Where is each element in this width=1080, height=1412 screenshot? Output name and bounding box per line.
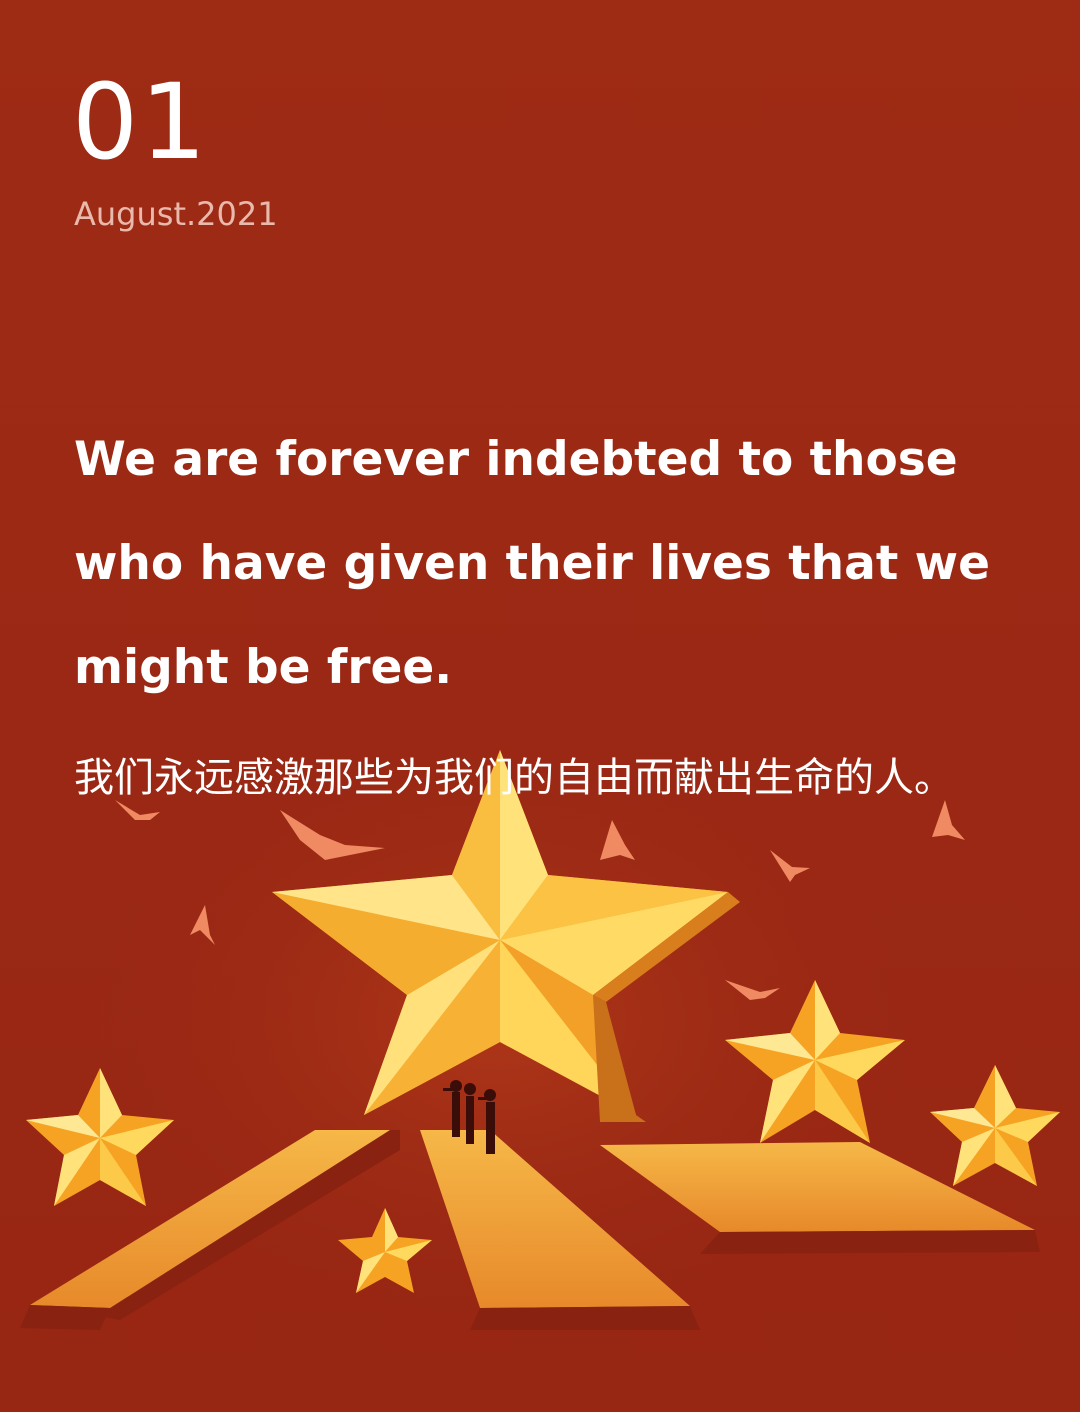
commemoration-illustration [20, 730, 1060, 1330]
bird-icon [932, 800, 965, 840]
page-card: 01 August.2021 We are forever indebted t… [0, 0, 1080, 1412]
english-quote: We are forever indebted to those who hav… [74, 408, 1034, 720]
english-quote-line: might be free. [74, 640, 453, 695]
star-right-lower [930, 1065, 1060, 1186]
chinese-quote: 我们永远感激那些为我们的自由而献出生命的人。 [74, 755, 954, 801]
english-quote-line: We are forever indebted to those [74, 432, 958, 487]
day-number: 01 [72, 61, 209, 183]
month-year-label: August.2021 [74, 195, 278, 233]
english-quote-line: who have given their lives that we [74, 536, 990, 591]
